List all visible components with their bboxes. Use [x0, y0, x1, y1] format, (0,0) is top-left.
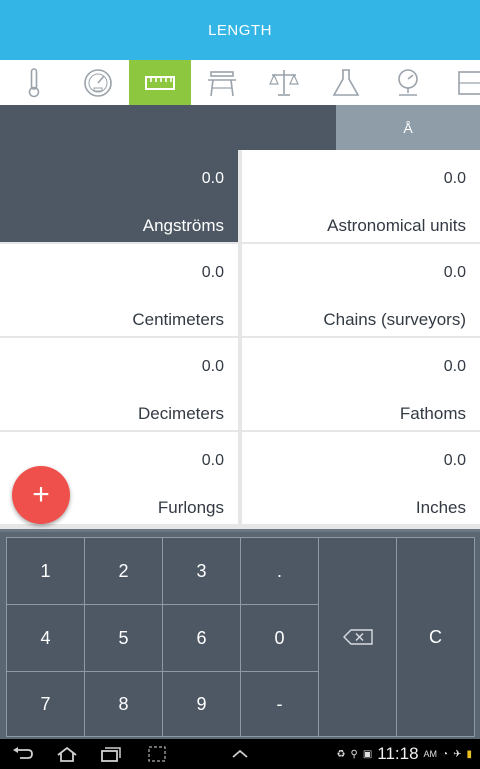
key-minus[interactable]: - [240, 671, 319, 737]
tab-volume[interactable] [315, 60, 377, 105]
unit-item-angstroms[interactable]: 0.0 Angströms [0, 150, 238, 242]
unit-name: Inches [415, 498, 466, 517]
key-1[interactable]: 1 [6, 537, 85, 605]
back-icon[interactable] [12, 746, 34, 762]
usb-icon: ⚲ [350, 748, 358, 760]
unit-item-astronomical-units[interactable]: 0.0 Astronomical units [242, 150, 480, 242]
unit-value: 0.0 [443, 170, 466, 187]
table-area-icon [208, 70, 236, 96]
backspace-icon [342, 629, 373, 645]
value-input[interactable] [0, 105, 336, 150]
tab-length[interactable] [129, 60, 191, 105]
unit-value: 0.0 [201, 358, 224, 375]
tab-area[interactable] [191, 60, 253, 105]
add-button[interactable]: + [12, 466, 70, 524]
key-2[interactable]: 2 [84, 537, 163, 605]
speedometer-icon [84, 68, 112, 97]
key-7[interactable]: 7 [6, 671, 85, 737]
unit-value: 0.0 [443, 358, 466, 375]
ruler-icon [145, 75, 175, 90]
page-title: LENGTH [208, 21, 272, 39]
input-bar: Å [0, 105, 480, 150]
unit-item-inches[interactable]: 0.0 Inches [242, 432, 480, 524]
tab-temperature[interactable] [0, 60, 67, 105]
unit-value: 0.0 [201, 264, 224, 281]
unit-name: Fathoms [399, 404, 466, 423]
unit-item-fathoms[interactable]: 0.0 Fathoms [242, 338, 480, 430]
scale-balance-icon [269, 69, 299, 96]
battery-icon: ▮ [466, 748, 472, 760]
unit-symbol: Å [336, 105, 480, 150]
wifi-icon: ◔ [442, 748, 449, 760]
key-9[interactable]: 9 [162, 671, 241, 737]
key-6[interactable]: 6 [162, 604, 241, 672]
unit-value: 0.0 [443, 452, 466, 469]
key-0[interactable]: 0 [240, 604, 319, 672]
backspace-button[interactable] [318, 537, 397, 737]
tab-weight[interactable] [253, 60, 315, 105]
unit-name: Decimeters [138, 404, 224, 423]
tab-more[interactable] [439, 60, 480, 105]
keypad: 1 2 3 . 4 5 6 0 7 8 9 - C [0, 529, 480, 739]
thermometer-icon [28, 67, 39, 97]
home-icon[interactable] [56, 746, 78, 762]
chevron-up-icon[interactable] [229, 746, 251, 762]
unit-item-centimeters[interactable]: 0.0 Centimeters [0, 244, 238, 336]
key-5[interactable]: 5 [84, 604, 163, 672]
key-4[interactable]: 4 [6, 604, 85, 672]
unit-name: Centimeters [132, 310, 224, 329]
unit-name: Astronomical units [327, 216, 466, 235]
title-bar: LENGTH [0, 0, 480, 60]
app-root: LENGTH Å 0.0 Angströms 0.0 Astronomical … [0, 0, 480, 769]
flask-icon [332, 68, 360, 96]
system-nav-bar: ♻ ⚲ ▣ 11:18 AM ◔ ✈ ▮ [0, 739, 480, 769]
unit-value: 0.0 [443, 264, 466, 281]
key-decimal[interactable]: . [240, 537, 319, 605]
tab-pressure[interactable] [377, 60, 439, 105]
key-8[interactable]: 8 [84, 671, 163, 737]
screenshot-icon[interactable] [146, 746, 168, 762]
airplane-icon: ✈ [453, 748, 462, 760]
unit-name: Chains (surveyors) [323, 310, 466, 329]
recycle-icon: ♻ [336, 748, 346, 760]
clock-ampm: AM [423, 749, 438, 759]
recent-apps-icon[interactable] [100, 746, 122, 762]
clock: 11:18 [377, 744, 419, 763]
unit-item-decimeters[interactable]: 0.0 Decimeters [0, 338, 238, 430]
unit-value: 0.0 [201, 452, 224, 469]
unit-list: 0.0 Angströms 0.0 Astronomical units 0.0… [0, 150, 480, 529]
pressure-gauge-icon [398, 68, 418, 96]
status-area: ♻ ⚲ ▣ 11:18 AM ◔ ✈ ▮ [337, 743, 472, 765]
tab-speed[interactable] [67, 60, 129, 105]
unit-name: Angströms [142, 216, 224, 235]
unit-value: 0.0 [201, 170, 224, 187]
unit-item-chains-surveyors[interactable]: 0.0 Chains (surveyors) [242, 244, 480, 336]
category-tabs [0, 60, 480, 105]
more-categories-icon [458, 70, 480, 95]
notification-icon: ▣ [362, 748, 373, 760]
unit-name: Furlongs [157, 498, 224, 517]
key-3[interactable]: 3 [162, 537, 241, 605]
clear-button[interactable]: C [396, 537, 475, 737]
